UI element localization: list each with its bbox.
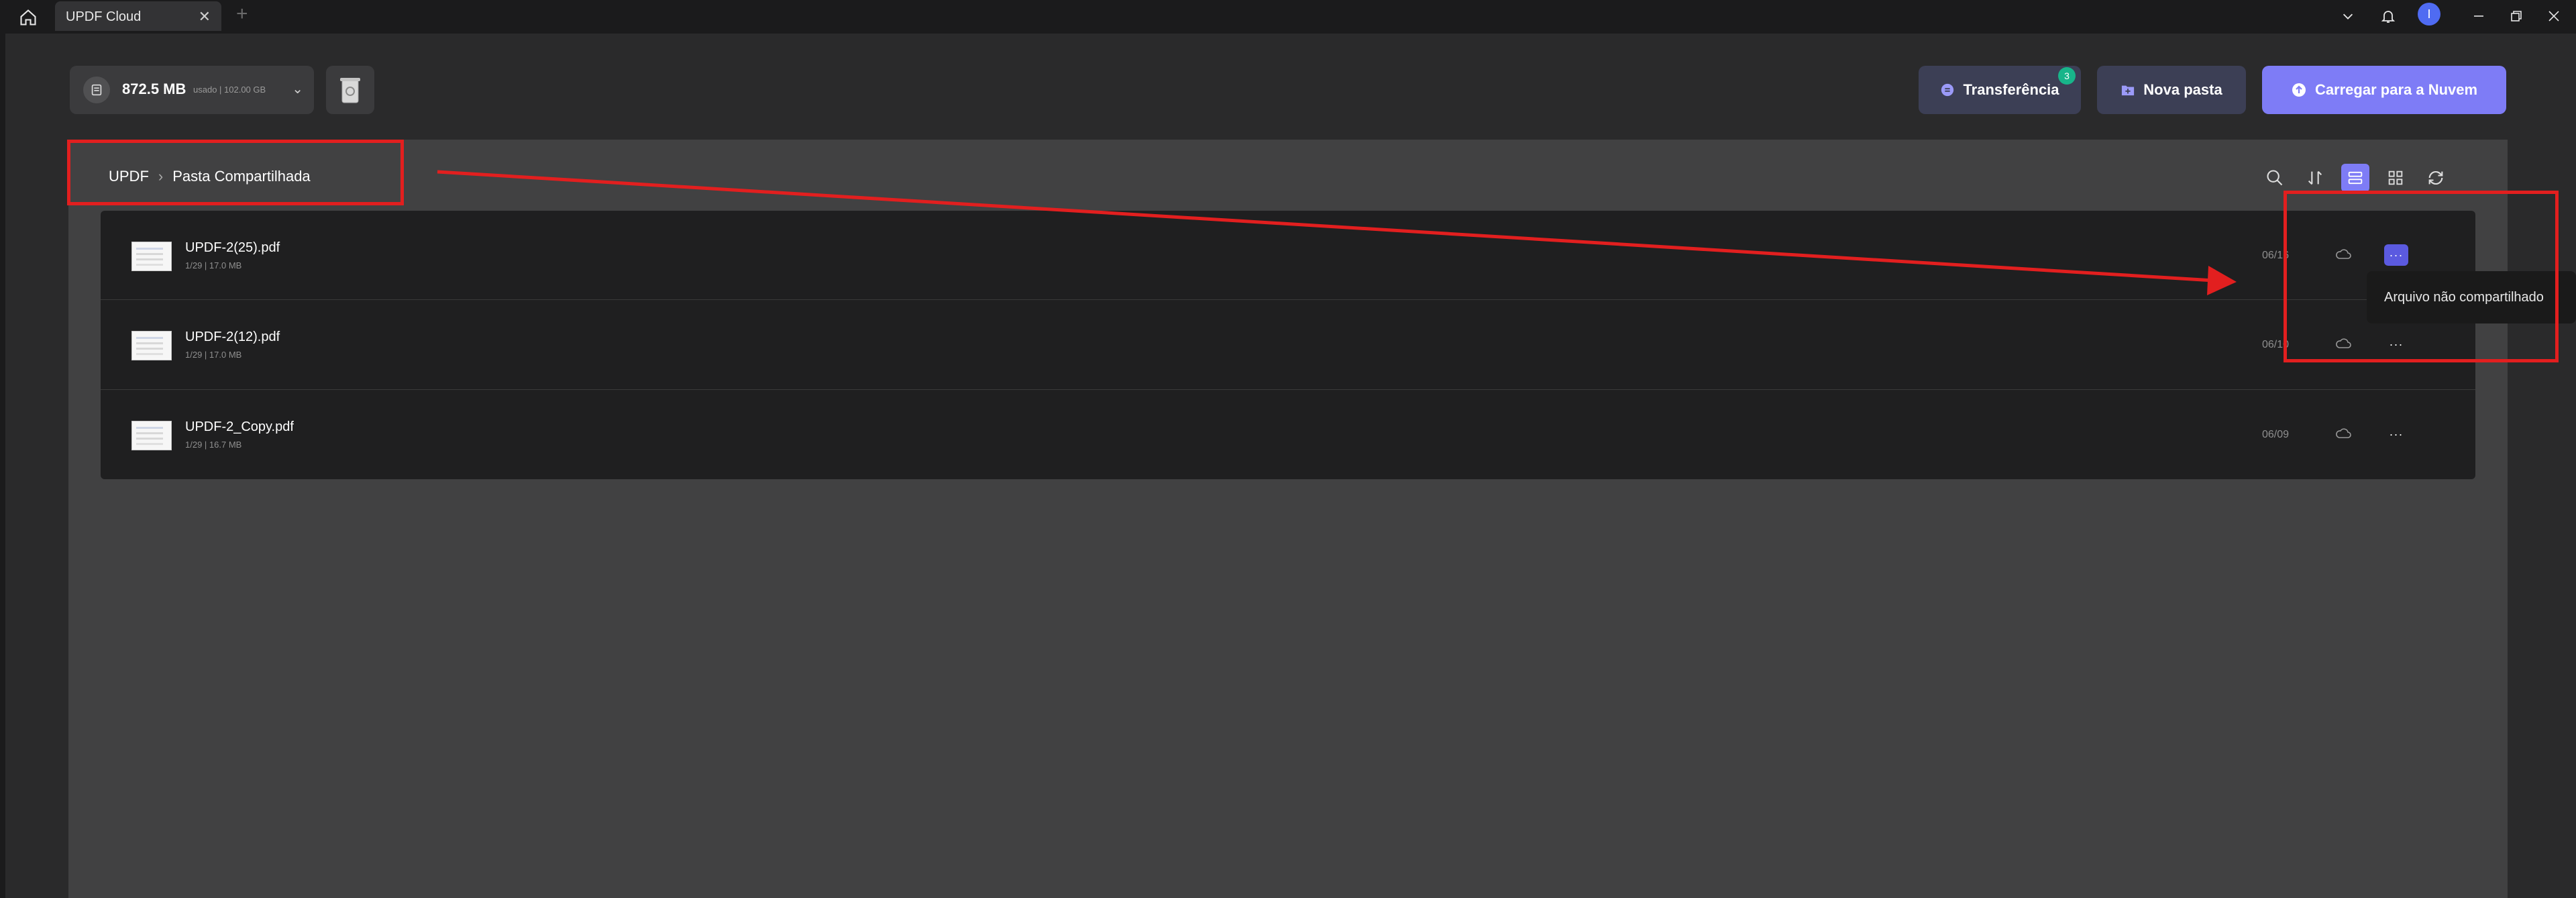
annotation-arrow — [437, 170, 2237, 295]
